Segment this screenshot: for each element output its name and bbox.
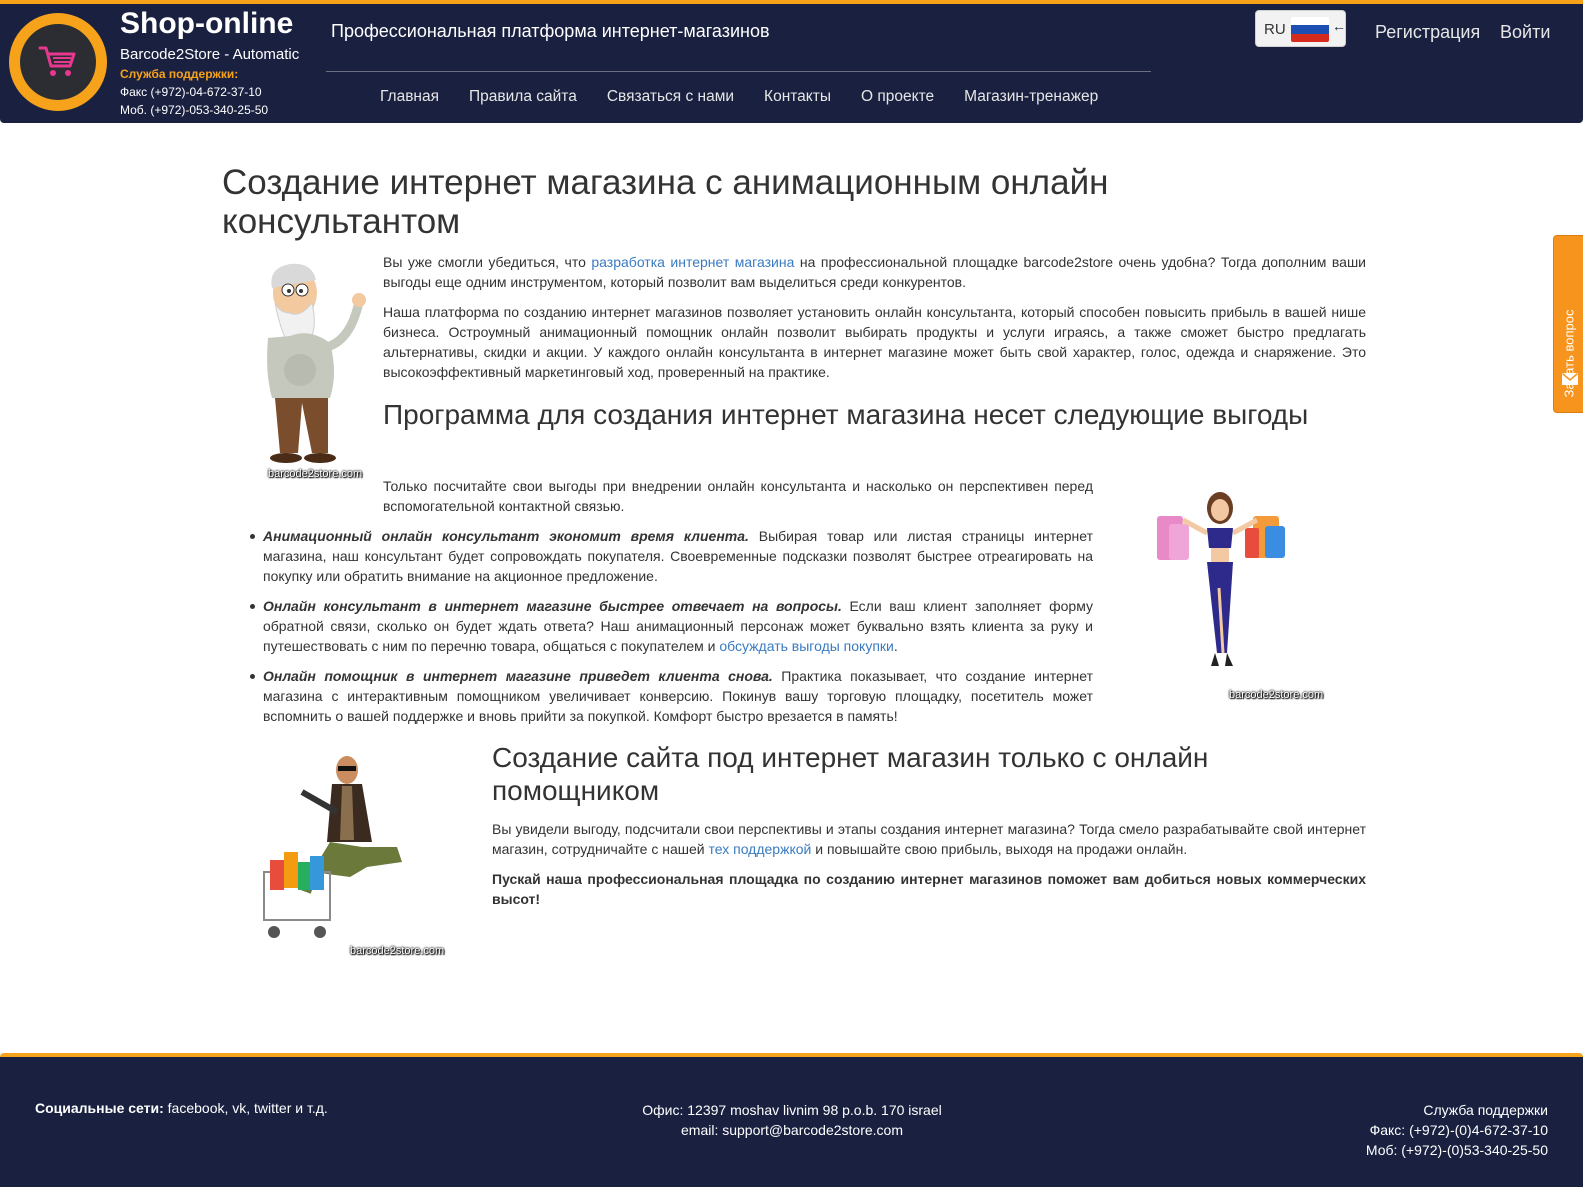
list-item: Онлайн помощник в интернет магазине прив… — [250, 666, 1093, 726]
footer-mobile: Моб: (+972)-(0)53-340-25-50 — [1365, 1142, 1548, 1158]
benefit-title: Анимационный онлайн консультант экономит… — [263, 528, 749, 544]
footer-social: Социальные сети: facebook, vk, twitter и… — [35, 1100, 328, 1116]
benefit-title: Онлайн помощник в интернет магазине прив… — [263, 668, 773, 684]
site-tagline: Профессиональная платформа интернет-мага… — [331, 21, 770, 41]
russian-flag-icon — [1291, 17, 1329, 42]
support-label: Служба поддержки: — [120, 67, 239, 81]
benefits-intro: Только посчитайте свои выгоды при внедре… — [383, 478, 1093, 514]
image-watermark: barcode2store.com — [268, 468, 363, 480]
image-watermark: barcode2store.com — [1229, 689, 1324, 701]
page-title: Создание интернет магазина с анимационны… — [222, 163, 1109, 241]
nav-item-about[interactable]: О проекте — [861, 88, 934, 106]
social-links[interactable]: facebook, vk, twitter и т.д. — [164, 1100, 328, 1116]
list-item: Онлайн консультант в интернет магазине б… — [250, 596, 1093, 656]
language-code: RU — [1264, 21, 1286, 38]
arrow-left-icon: ← — [1332, 18, 1346, 34]
header-fax: Факс (+972)-04-672-37-10 — [120, 85, 262, 99]
site-creation-paragraph: Вы увидели выгоду, подсчитали свои персп… — [492, 819, 1366, 859]
benefit-title: Онлайн консультант в интернет магазине б… — [263, 598, 842, 614]
brand-title[interactable]: Shop-online — [120, 7, 293, 41]
shop-development-link[interactable]: разработка интернет магазина — [591, 254, 794, 270]
benefits-list: Анимационный онлайн консультант экономит… — [250, 526, 1093, 736]
tech-support-link[interactable]: тех поддержкой — [709, 841, 812, 857]
office-address: Офис: 12397 moshav livnim 98 p.o.b. 170 … — [642, 1102, 942, 1118]
nav-item-rules[interactable]: Правила сайта — [469, 88, 577, 106]
site-creation-heading: Создание сайта под интернет магазин толь… — [492, 742, 1209, 806]
header-mobile: Моб. (+972)-053-340-25-50 — [120, 103, 269, 117]
main-nav: Главная Правила сайта Связаться с нами К… — [380, 88, 1128, 106]
footer-support: Служба поддержки Факс: (+972)-(0)4-672-3… — [1250, 1100, 1548, 1160]
social-label: Социальные сети: — [35, 1100, 164, 1116]
envelope-icon — [1562, 373, 1578, 385]
site-logo[interactable] — [9, 13, 107, 111]
site-text-end: и повышайте свою прибыль, выходя на прод… — [811, 841, 1188, 857]
nav-item-contact-us[interactable]: Связаться с нами — [607, 88, 734, 106]
nav-item-contacts[interactable]: Контакты — [764, 88, 831, 106]
benefits-heading: Программа для создания интернет магазина… — [383, 399, 1309, 430]
login-link[interactable]: Войти — [1500, 22, 1550, 43]
list-item: Анимационный онлайн консультант экономит… — [250, 526, 1093, 586]
brand-subtitle: Barcode2Store - Automatic — [120, 46, 300, 63]
support-title: Служба поддержки — [1423, 1102, 1548, 1118]
image-watermark: barcode2store.com — [350, 945, 445, 957]
benefit-tail: . — [893, 638, 898, 654]
site-footer: Социальные сети: facebook, vk, twitter и… — [0, 1053, 1583, 1187]
language-selector[interactable]: RU ← — [1255, 10, 1346, 47]
platform-paragraph: Наша платформа по созданию интернет мага… — [383, 304, 1366, 380]
footer-office: Офис: 12397 moshav livnim 98 p.o.b. 170 … — [592, 1100, 992, 1140]
ask-question-tab[interactable]: Задать вопрос — [1553, 235, 1583, 413]
closing-statement: Пускай наша профессиональная площадка по… — [492, 871, 1366, 907]
site-header: Shop-online Barcode2Store - Automatic Сл… — [0, 0, 1583, 123]
intro-paragraph: Вы уже смогли убедиться, что разработка … — [383, 252, 1366, 292]
shopping-cart-icon — [38, 46, 76, 76]
soldier-cart-illustration — [263, 756, 402, 938]
header-divider — [326, 71, 1151, 72]
support-email[interactable]: email: support@barcode2store.com — [592, 1120, 992, 1140]
nav-item-shop-trainer[interactable]: Магазин-тренажер — [964, 88, 1098, 106]
nav-item-home[interactable]: Главная — [380, 88, 439, 106]
shopping-woman-illustration — [1157, 492, 1285, 666]
register-link[interactable]: Регистрация — [1375, 22, 1480, 43]
discuss-benefits-link[interactable]: обсуждать выгоды покупки — [719, 638, 894, 654]
footer-fax: Факс: (+972)-(0)4-672-37-10 — [1369, 1122, 1548, 1138]
logo-badge — [20, 24, 96, 100]
old-man-illustration — [267, 263, 366, 463]
intro-text-start: Вы уже смогли убедиться, что — [383, 254, 592, 270]
